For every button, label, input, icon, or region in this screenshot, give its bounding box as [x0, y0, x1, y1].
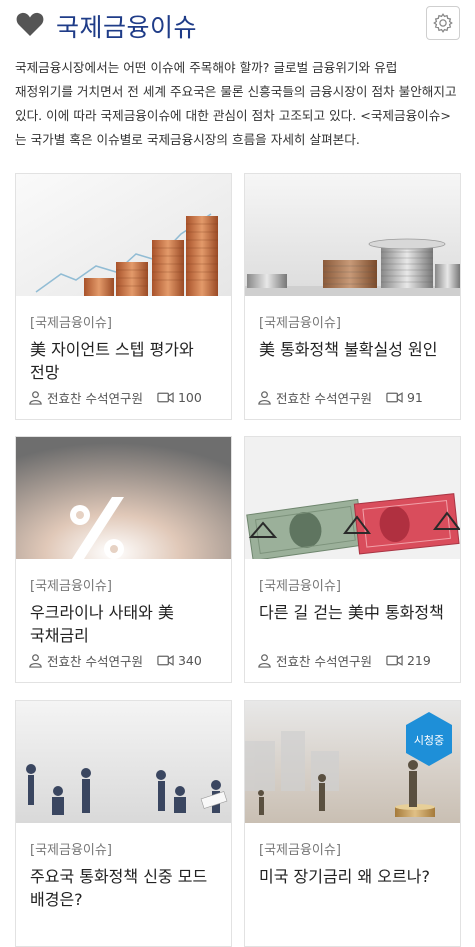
card-title[interactable]: 美 자이언트 스텝 평가와 전망 [30, 338, 222, 384]
article-card[interactable]: 시청중 [국제금융이슈] 미국 장기금리 왜 오르나? [244, 700, 461, 947]
thumbnail-coins-chart [16, 174, 231, 296]
page-title: 국제금융이슈 [56, 13, 198, 42]
card-category: [국제금융이슈] [259, 843, 341, 858]
card-title[interactable]: 다른 길 걷는 美中 통화정책 [259, 601, 451, 624]
heart-icon[interactable] [16, 11, 44, 37]
thumbnail-coin-stacks [245, 174, 460, 296]
article-card[interactable]: [국제금융이슈] 주요국 통화정책 신중 모드 배경은? [15, 700, 232, 947]
card-views: 100 [177, 390, 202, 405]
user-icon [258, 654, 271, 668]
video-icon [386, 655, 403, 666]
card-author: 전효찬 수석연구원 [47, 391, 143, 406]
thumbnail-banknotes [245, 437, 460, 559]
card-category: [국제금융이슈] [30, 579, 112, 594]
card-title[interactable]: 美 통화정책 불확실성 원인 [259, 338, 451, 361]
description: 국제금융시장에서는 어떤 이슈에 주목해야 할까? 글로벌 금융위기와 유럽 재… [15, 60, 457, 147]
card-views: 340 [177, 653, 202, 668]
card-meta: 전효찬 수석연구원 340 [28, 651, 202, 670]
video-icon [157, 392, 174, 403]
card-author: 전효찬 수석연구원 [276, 654, 372, 669]
article-card[interactable]: [국제금융이슈] 다른 길 걷는 美中 통화정책 전효찬 수석연구원 219 [244, 436, 461, 683]
card-category: [국제금융이슈] [30, 316, 112, 331]
settings-button[interactable] [426, 6, 460, 40]
user-icon [29, 654, 42, 668]
header: 국제금융이슈 [0, 0, 475, 52]
card-category: [국제금융이슈] [259, 316, 341, 331]
card-author: 전효찬 수석연구원 [276, 391, 372, 406]
video-icon [157, 655, 174, 666]
thumbnail-percent [16, 437, 231, 559]
card-title[interactable]: 주요국 통화정책 신중 모드 배경은? [30, 865, 222, 911]
card-views: 91 [406, 390, 423, 405]
card-meta: 전효찬 수석연구원 100 [28, 388, 202, 407]
card-meta: 전효찬 수석연구원 91 [257, 388, 423, 407]
user-icon [29, 391, 42, 405]
badge-label: 시청중 [414, 734, 444, 747]
user-icon [258, 391, 271, 405]
thumbnail-figurines [16, 701, 231, 823]
card-title[interactable]: 미국 장기금리 왜 오르나? [259, 865, 451, 888]
card-author: 전효찬 수석연구원 [47, 654, 143, 669]
card-category: [국제금융이슈] [30, 843, 112, 858]
video-icon [386, 392, 403, 403]
article-card[interactable]: [국제금융이슈] 우크라이나 사태와 美 국채금리 전효찬 수석연구원 340 [15, 436, 232, 683]
now-watching-badge: 시청중 [404, 711, 454, 771]
article-card[interactable]: [국제금융이슈] 美 통화정책 불확실성 원인 전효찬 수석연구원 91 [244, 173, 461, 420]
article-card[interactable]: [국제금융이슈] 美 자이언트 스텝 평가와 전망 전효찬 수석연구원 100 [15, 173, 232, 420]
card-views: 219 [406, 653, 431, 668]
card-meta: 전효찬 수석연구원 219 [257, 651, 431, 670]
card-category: [국제금융이슈] [259, 579, 341, 594]
gear-icon [433, 13, 453, 33]
card-title[interactable]: 우크라이나 사태와 美 국채금리 [30, 601, 222, 647]
